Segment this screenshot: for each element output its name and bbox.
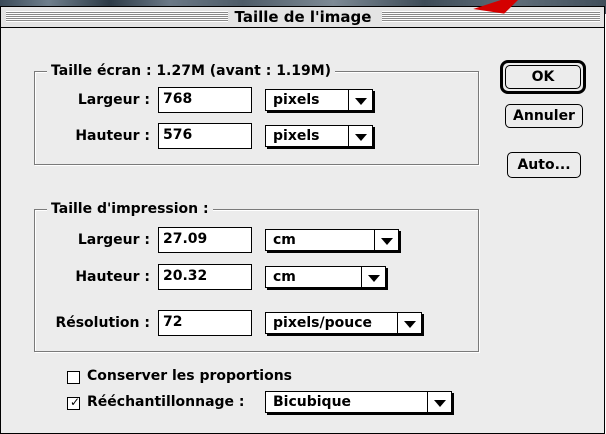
print-width-label: Largeur : [77, 232, 150, 248]
screen-size-legend: Taille écran : 1.27M (avant : 1.19M) [47, 62, 336, 80]
auto-button[interactable]: Auto... [507, 152, 581, 178]
resample-checkbox[interactable]: ✓ [67, 395, 81, 410]
print-width-unit-label: cm [273, 232, 296, 248]
print-width-field[interactable]: 27.09 [158, 227, 252, 253]
screen-height-unit-popup[interactable]: pixels [265, 125, 373, 147]
chevron-down-icon [368, 275, 380, 282]
screen-height-unit-label: pixels [273, 128, 320, 144]
popup-separator [397, 313, 398, 333]
print-height-field[interactable]: 20.32 [158, 264, 252, 290]
ok-button[interactable]: OK [505, 65, 581, 89]
constrain-proportions-checkbox[interactable] [67, 371, 80, 384]
chevron-down-icon [434, 400, 446, 407]
chevron-down-icon [355, 134, 367, 141]
popup-separator [374, 230, 375, 250]
resolution-label: Résolution : [55, 315, 150, 331]
dialog-title: Taille de l'image [228, 7, 378, 27]
chevron-down-icon [381, 238, 393, 245]
screen-height-field[interactable]: 576 [158, 123, 252, 149]
chevron-down-icon [355, 98, 367, 105]
title-bar-stripes-left [6, 11, 228, 22]
resolution-unit-label: pixels/pouce [273, 315, 372, 331]
chevron-down-icon [404, 321, 416, 328]
popup-separator [348, 126, 349, 146]
print-width-unit-popup[interactable]: cm [265, 229, 399, 251]
print-height-unit-label: cm [273, 269, 296, 285]
print-height-unit-popup[interactable]: cm [265, 266, 386, 288]
resample-label[interactable]: Rééchantillonnage : [87, 392, 245, 412]
print-height-label: Hauteur : [75, 269, 150, 285]
resolution-unit-popup[interactable]: pixels/pouce [265, 312, 422, 334]
print-size-legend: Taille d'impression : [47, 200, 213, 218]
checkmark-icon: ✓ [70, 395, 81, 409]
popup-separator [348, 90, 349, 110]
popup-separator [361, 267, 362, 287]
cancel-button[interactable]: Annuler [505, 104, 583, 128]
screen-width-label: Largeur : [77, 92, 150, 108]
screen-width-field[interactable]: 768 [158, 87, 252, 113]
screen-width-unit-popup[interactable]: pixels [265, 89, 373, 111]
popup-separator [427, 392, 428, 412]
constrain-proportions-label[interactable]: Conserver les proportions [87, 366, 292, 386]
screen-width-unit-label: pixels [273, 92, 320, 108]
resample-method-label: Bicubique [273, 394, 352, 410]
screen-height-label: Hauteur : [75, 128, 150, 144]
screen-size-group [34, 71, 479, 165]
resample-method-popup[interactable]: Bicubique [265, 391, 452, 413]
resolution-field[interactable]: 72 [158, 310, 252, 336]
